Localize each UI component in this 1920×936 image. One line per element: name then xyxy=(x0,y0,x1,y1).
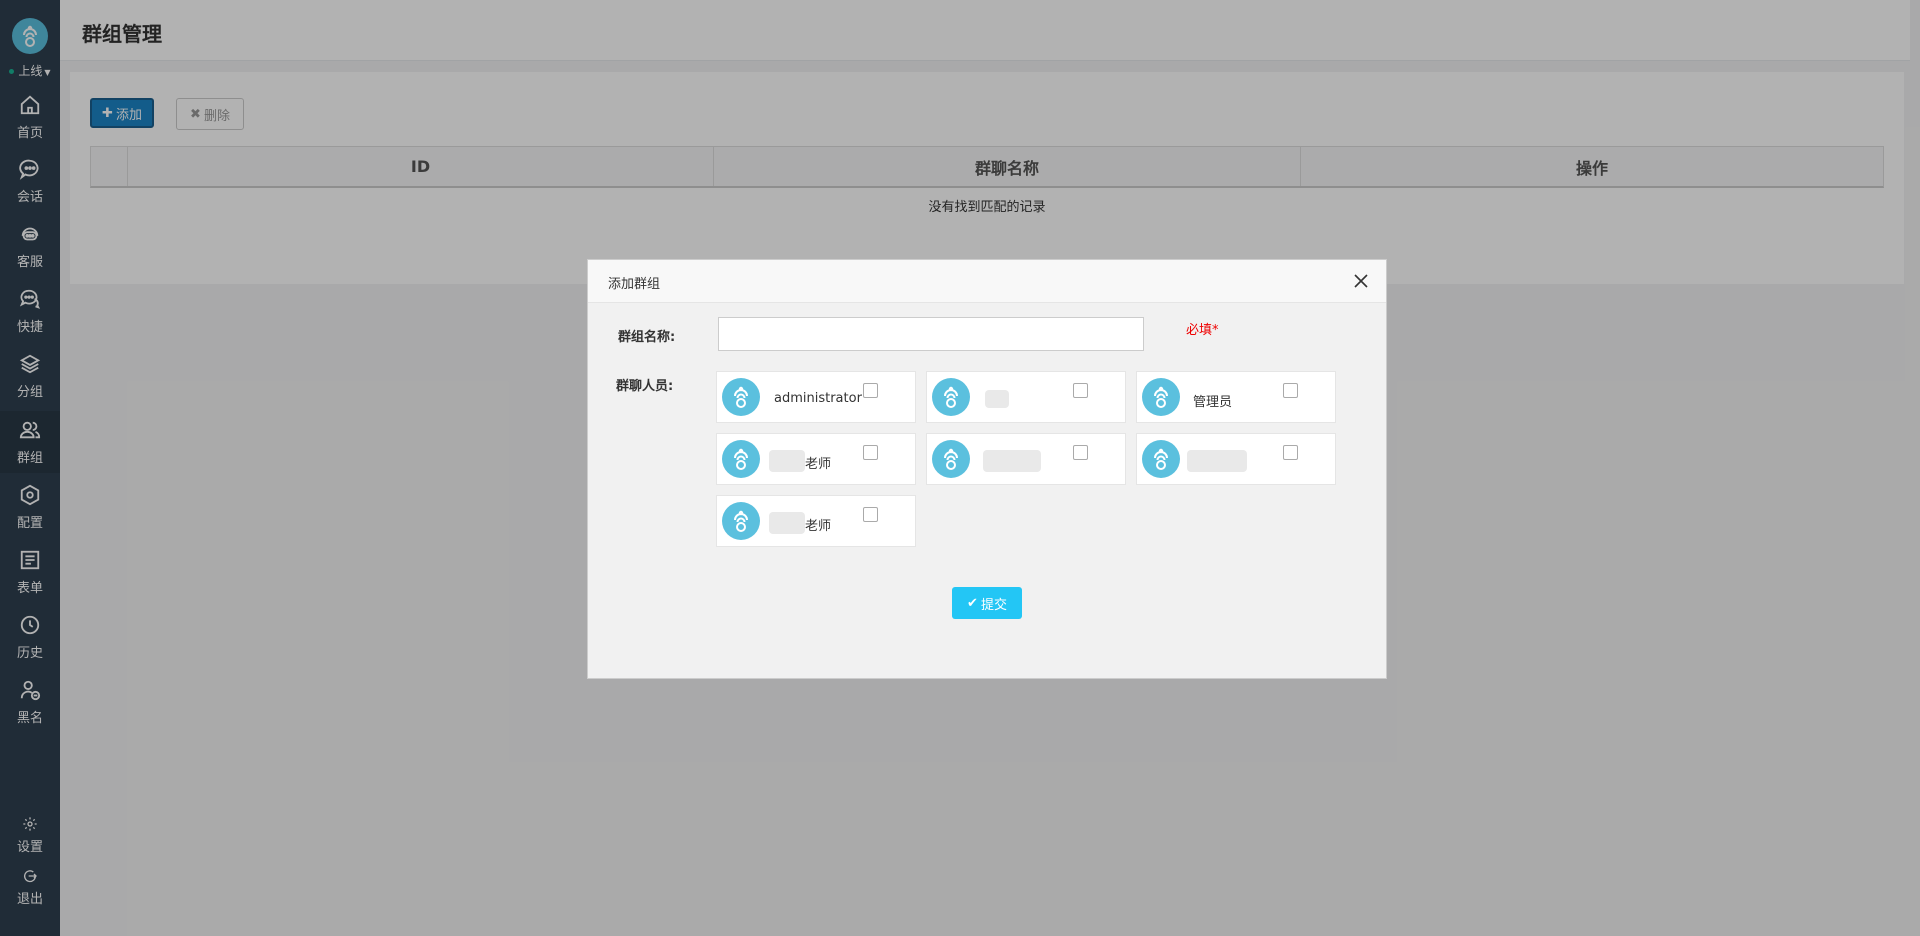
avatar xyxy=(722,378,760,416)
member-name: 老师 xyxy=(805,457,832,472)
member-name: 老师 xyxy=(805,519,832,534)
avatar-logo-icon xyxy=(944,448,958,470)
blurred-name xyxy=(985,390,1009,408)
group-name-input[interactable] xyxy=(718,317,1144,351)
avatar-logo-icon xyxy=(1154,448,1168,470)
blurred-name xyxy=(1187,450,1247,472)
member-card[interactable]: 管理员 xyxy=(1136,371,1336,423)
submit-button[interactable]: ✔ 提交 xyxy=(952,587,1022,619)
close-icon[interactable] xyxy=(1352,272,1370,290)
avatar xyxy=(722,440,760,478)
member-card[interactable]: administrator xyxy=(716,371,916,423)
member-checkbox[interactable] xyxy=(1073,383,1088,398)
member-checkbox[interactable] xyxy=(1283,383,1298,398)
member-name: 管理员 xyxy=(1193,395,1233,410)
required-hint: 必填* xyxy=(1186,323,1219,338)
group-members-label: 群聊人员: xyxy=(616,379,674,394)
check-icon: ✔ xyxy=(967,595,978,611)
avatar-logo-icon xyxy=(734,448,748,470)
member-checkbox[interactable] xyxy=(863,445,878,460)
member-card[interactable] xyxy=(926,433,1126,485)
avatar xyxy=(932,440,970,478)
member-card[interactable] xyxy=(1136,433,1336,485)
avatar xyxy=(1142,440,1180,478)
member-checkbox[interactable] xyxy=(863,507,878,522)
avatar-logo-icon xyxy=(1154,386,1168,408)
avatar-logo-icon xyxy=(944,386,958,408)
modal-header: 添加群组 xyxy=(588,260,1386,303)
blurred-name xyxy=(769,450,805,472)
member-checkbox[interactable] xyxy=(1073,445,1088,460)
avatar xyxy=(722,502,760,540)
member-card[interactable]: 老师 xyxy=(716,495,916,547)
blurred-name xyxy=(769,512,805,534)
submit-button-label: 提交 xyxy=(980,597,1007,613)
avatar xyxy=(1142,378,1180,416)
blurred-name xyxy=(983,450,1041,472)
member-checkbox[interactable] xyxy=(863,383,878,398)
member-checkbox[interactable] xyxy=(1283,445,1298,460)
add-group-modal: 添加群组 群组名称: 必填* 群聊人员: administrator 管理员 老… xyxy=(587,259,1387,679)
avatar xyxy=(932,378,970,416)
avatar-logo-icon xyxy=(734,510,748,532)
group-name-label: 群组名称: xyxy=(618,330,676,345)
avatar-logo-icon xyxy=(734,386,748,408)
member-name: administrator xyxy=(774,391,862,406)
member-card[interactable]: 老师 xyxy=(716,433,916,485)
modal-title: 添加群组 xyxy=(608,277,661,292)
member-card[interactable] xyxy=(926,371,1126,423)
app-root: 上线 ▼ 首页 会话 客服 快捷 分组 群组 配置 表单 历史 黑名 设置 退出… xyxy=(0,0,1920,936)
